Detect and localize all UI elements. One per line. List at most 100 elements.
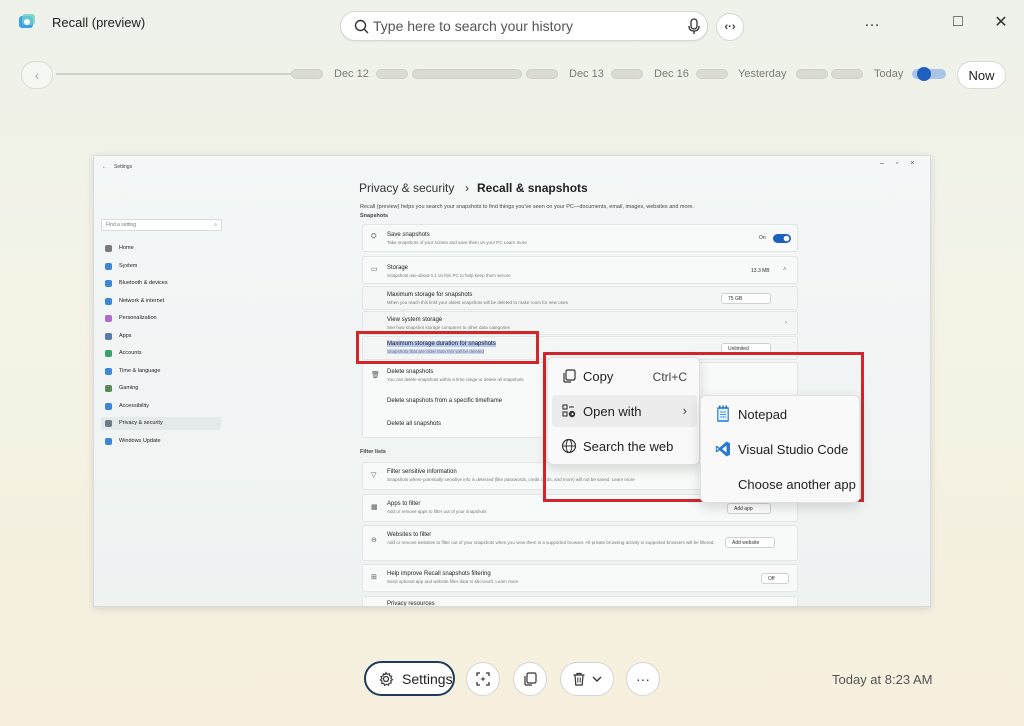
- snapshot-delete-all: Delete all snapshots: [387, 421, 441, 427]
- maximize-button[interactable]: □: [938, 8, 978, 36]
- close-button[interactable]: ✕: [981, 8, 1021, 36]
- snapshot-nav-item: Apps: [101, 330, 221, 343]
- snapshot-delete-sub: You can delete snapshots within a time r…: [387, 377, 524, 382]
- snapshot-nav-item: Accessibility: [101, 400, 221, 413]
- snapshot-card-max-storage: Maximum storage for snapshots When you r…: [362, 286, 798, 310]
- snapshot-save-title: Save snapshots: [387, 232, 430, 238]
- settings-button[interactable]: Settings: [364, 661, 455, 696]
- timeline-track[interactable]: [56, 73, 291, 75]
- snapshot-nav-label: Personalization: [119, 315, 157, 321]
- screenshot-button[interactable]: [466, 662, 500, 696]
- more-options-button[interactable]: …: [852, 8, 892, 36]
- snapshot-nav-label: Bluetooth & devices: [119, 280, 168, 286]
- timeline-label-today[interactable]: Today: [874, 68, 903, 80]
- search-input[interactable]: [373, 12, 673, 40]
- microphone-icon[interactable]: [687, 18, 701, 36]
- timeline-position-handle[interactable]: [912, 66, 946, 82]
- timeline-label-dec12[interactable]: Dec 12: [334, 68, 369, 80]
- menu-item-copy[interactable]: Copy Ctrl+C: [552, 360, 697, 392]
- snapshot-nav-icon: [105, 298, 112, 305]
- context-menu: Copy Ctrl+C Open with › Search the web: [547, 357, 700, 465]
- submenu-item-choose-another[interactable]: Choose another app: [705, 468, 857, 500]
- recall-app-icon: [18, 13, 36, 31]
- snapshot-section-filter: Filter lists: [360, 449, 386, 455]
- timeline-label-dec13[interactable]: Dec 13: [569, 68, 604, 80]
- timeline-segment[interactable]: [376, 69, 408, 79]
- timeline-back-button[interactable]: ‹: [21, 61, 53, 89]
- menu-item-search-web[interactable]: Search the web: [552, 430, 697, 462]
- snapshot-nav-icon: [105, 368, 112, 375]
- timeline-segment[interactable]: [831, 69, 863, 79]
- menu-item-copy-shortcut: Ctrl+C: [653, 370, 687, 384]
- snapshot-section-snapshots: Snapshots: [360, 213, 388, 219]
- snapshot-websites-title: Websites to filter: [387, 532, 431, 538]
- snapshot-add-website-button: Add website: [725, 537, 775, 548]
- snapshot-search-placeholder: Find a setting: [106, 222, 136, 228]
- snapshot-improve-select: Off: [761, 573, 789, 584]
- chevron-right-icon: ›: [683, 403, 687, 418]
- submenu-item-vscode[interactable]: Visual Studio Code: [705, 433, 857, 465]
- snapshot-nav-icon: [105, 403, 112, 410]
- globe-icon: [561, 438, 577, 454]
- snapshot-nav-label: Network & internet: [119, 298, 164, 304]
- app-title: Recall (preview): [52, 15, 145, 30]
- timeline-label-yesterday[interactable]: Yesterday: [738, 68, 787, 80]
- snapshot-add-app-button: Add app: [727, 503, 771, 514]
- snapshot-nav-item: Accounts: [101, 347, 221, 360]
- gear-icon: [378, 671, 394, 687]
- snapshot-improve-sub: Send optional app and website filter dat…: [387, 579, 518, 584]
- screenray-button[interactable]: ‹·›: [716, 13, 744, 41]
- snapshot-delete-icon: 🗑: [371, 371, 380, 379]
- snapshot-websites-sub: Add or remove websites to filter out of …: [387, 540, 715, 545]
- snapshot-storage-value: 13.3 MB: [751, 268, 770, 274]
- menu-item-search-web-label: Search the web: [583, 439, 673, 454]
- snapshot-delete-range: Delete snapshots from a specific timefra…: [387, 398, 502, 404]
- timeline-segment[interactable]: [796, 69, 828, 79]
- visual-studio-code-icon: [715, 440, 731, 458]
- menu-item-open-with[interactable]: Open with ›: [552, 395, 697, 427]
- select-region-icon: [475, 671, 491, 687]
- submenu-item-notepad-label: Notepad: [738, 407, 787, 422]
- snapshot-view-storage-chevron-icon: ›: [785, 320, 787, 326]
- snapshot-nav-icon: [105, 385, 112, 392]
- highlight-box-selection: [356, 331, 539, 364]
- more-button[interactable]: ···: [626, 662, 660, 696]
- now-button[interactable]: Now: [957, 61, 1006, 89]
- timeline-segment[interactable]: [611, 69, 643, 79]
- snapshot-card-websites: ⊖ Websites to filter Add or remove websi…: [362, 525, 798, 561]
- snapshot-max-storage-select: 75 GB: [721, 293, 771, 304]
- snapshot-nav-label: Time & language: [119, 368, 160, 374]
- snapshot-view-storage-title: View system storage: [387, 317, 442, 323]
- copy-button[interactable]: [513, 662, 547, 696]
- snapshot-breadcrumb-current: Recall & snapshots: [477, 181, 588, 195]
- timeline-segment[interactable]: [291, 69, 323, 79]
- delete-button[interactable]: [560, 662, 614, 696]
- snapshot-apps-icon: ▦: [371, 503, 378, 511]
- copy-icon: [522, 671, 538, 687]
- timeline-segment[interactable]: [526, 69, 558, 79]
- timeline-label-dec16[interactable]: Dec 16: [654, 68, 689, 80]
- snapshot-card-save: ⛭ Save snapshots Take snapshots of your …: [362, 224, 798, 252]
- snapshot-max-storage-sub: When you reach this limit your oldest sn…: [387, 300, 568, 305]
- snapshot-nav-label: Home: [119, 245, 134, 251]
- notepad-icon: [715, 405, 731, 423]
- snapshot-view-storage-sub: See how snapshot storage compares to oth…: [387, 325, 510, 330]
- snapshot-nav-label: Accounts: [119, 350, 142, 356]
- search-box[interactable]: [340, 11, 708, 41]
- timeline-segment[interactable]: [696, 69, 728, 79]
- snapshot-storage-title: Storage: [387, 265, 408, 271]
- snapshot-search-icon: ⌕: [214, 222, 217, 228]
- submenu-item-vscode-label: Visual Studio Code: [738, 442, 848, 457]
- snapshot-window-title: Settings: [114, 164, 132, 170]
- snapshot-filter-title: Filter sensitive information: [387, 469, 457, 475]
- snapshot-nav-icon: [105, 438, 112, 445]
- snapshot-nav-item: Windows Update: [101, 435, 221, 448]
- trash-icon: [571, 671, 587, 687]
- snapshot-window-controls: –▫×: [880, 160, 926, 167]
- snapshot-back-arrow: ←: [102, 164, 107, 170]
- snapshot-save-sub: Take snapshots of your screen and save t…: [387, 240, 527, 245]
- snapshot-privacy-title: Privacy resources: [387, 601, 435, 607]
- submenu-item-notepad[interactable]: Notepad: [705, 398, 857, 430]
- snapshot-nav-item: Personalization: [101, 312, 221, 325]
- timeline-segment[interactable]: [412, 69, 522, 79]
